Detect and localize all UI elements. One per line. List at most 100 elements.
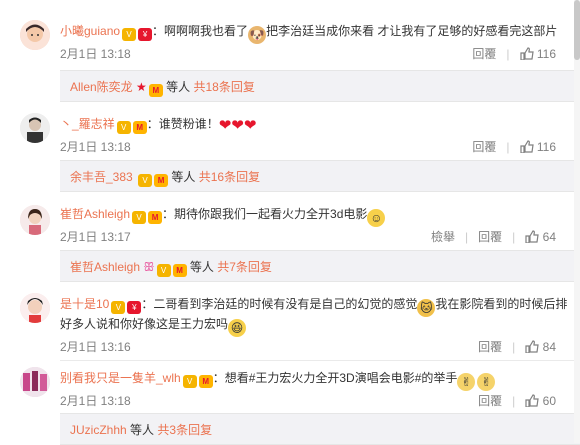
comment-text: ：啊啊啊我也看了 bbox=[152, 24, 249, 38]
comment-text-line: 小曦guiano V ¥ ：啊啊啊我也看了 🐶 把李治廷当成你来看 才让我有了足够的好感看… bbox=[60, 22, 557, 44]
reply-button[interactable]: 回覆 bbox=[478, 340, 502, 354]
victory-hand-icon: ✌ bbox=[477, 373, 496, 391]
reply-button[interactable]: 回覆 bbox=[472, 140, 496, 154]
replies-bar[interactable]: 崔哲Ashleigh ꕥVM 等人 共7条回复 bbox=[60, 250, 580, 282]
vip-icon: V bbox=[156, 264, 171, 277]
comment-actions: 回覆 | 60 bbox=[478, 392, 556, 409]
username-link[interactable]: 崔哲Ashleigh bbox=[60, 207, 130, 221]
like-button[interactable]: 84 bbox=[525, 340, 556, 354]
reply-user-link[interactable]: 崔哲Ashleigh bbox=[70, 260, 140, 274]
scrollbar[interactable] bbox=[574, 0, 580, 443]
avatar[interactable] bbox=[20, 113, 50, 143]
comment-text-line: 崔哲Ashleigh V M ：期待你跟我们一起看火力全开3d电影 ☺ bbox=[60, 205, 386, 227]
avatar[interactable] bbox=[20, 293, 50, 323]
like-button[interactable]: 116 bbox=[519, 140, 556, 154]
like-count: 64 bbox=[542, 230, 556, 244]
thumbs-up-icon bbox=[519, 47, 534, 60]
username-link[interactable]: 丶_羅志祥 bbox=[60, 117, 115, 131]
reply-user-link[interactable]: Allen陈奕龙 bbox=[70, 80, 133, 94]
replies-label: 等人 bbox=[130, 423, 155, 437]
comment-text-line: 是十是10 V ¥ ：二哥看到李治廷的时候有没有是自己的幻觉的感觉 🐱 我在影院看到的时候… bbox=[60, 295, 567, 317]
replies-count-link[interactable]: 共16条回复 bbox=[199, 170, 260, 184]
comment-text-line-2: 好多人说和你好像这是王力宏吗 😆 bbox=[60, 315, 247, 337]
scrollbar-thumb[interactable] bbox=[574, 0, 580, 60]
heart-icon: ❤ bbox=[243, 117, 257, 134]
replies-summary: 余丰吾_383 VM 等人 共16条回复 bbox=[70, 168, 260, 187]
replies-summary: Allen陈奕龙 ★ M 等人 共18条回复 bbox=[70, 78, 255, 97]
comment-time: 2月1日 13:18 bbox=[60, 394, 131, 408]
comment-actions: 回覆 | 116 bbox=[472, 45, 556, 62]
red-envelope-icon: ¥ bbox=[138, 28, 153, 41]
replies-count-link[interactable]: 共7条回复 bbox=[217, 260, 272, 274]
like-button[interactable]: 116 bbox=[519, 47, 556, 61]
vip-icon: V bbox=[138, 174, 153, 187]
comment-actions: 回覆 | 84 bbox=[478, 338, 556, 355]
username-link[interactable]: 小曦guiano bbox=[60, 24, 120, 38]
like-count: 116 bbox=[536, 140, 556, 154]
like-button[interactable]: 60 bbox=[525, 394, 556, 408]
replies-bar[interactable]: 余丰吾_383 VM 等人 共16条回复 bbox=[60, 160, 580, 192]
username-link[interactable]: 是十是10 bbox=[60, 297, 109, 311]
comment-time: 2月1日 13:16 bbox=[60, 340, 131, 354]
divider: | bbox=[512, 394, 516, 408]
reply-button[interactable]: 回覆 bbox=[472, 47, 496, 61]
comment-text-line: 丶_羅志祥 V M ：谁赞粉谁！❤❤❤ bbox=[60, 115, 256, 135]
avatar[interactable] bbox=[20, 205, 50, 235]
comment-text-line: 别看我只是一隻羊_wlh V M ：想看#王力宏火力全开3D演唱会电影#的举手 ✌ ✌ bbox=[60, 369, 496, 391]
comment-time: 2月1日 13:18 bbox=[60, 47, 131, 61]
divider: | bbox=[512, 230, 516, 244]
butterfly-icon: ꕥ bbox=[143, 260, 155, 274]
star-icon: ★ bbox=[136, 80, 147, 94]
reply-user-link[interactable]: 余丰吾_383 bbox=[70, 170, 133, 184]
reply-button[interactable]: 回覆 bbox=[478, 230, 502, 244]
replies-summary: 崔哲Ashleigh ꕥVM 等人 共7条回复 bbox=[70, 258, 272, 277]
cat-emoji-icon: 🐱 bbox=[417, 299, 436, 317]
avatar[interactable] bbox=[20, 20, 50, 50]
badge-icon: M bbox=[148, 84, 163, 97]
replies-count-link[interactable]: 共18条回复 bbox=[194, 80, 255, 94]
replies-label: 等人 bbox=[166, 80, 191, 94]
laughing-emoji-icon: 😆 bbox=[228, 319, 247, 337]
comment-time: 2月1日 13:17 bbox=[60, 230, 131, 244]
comment-text: ：想看#王力宏火力全开3D演唱会电影#的举手 bbox=[212, 371, 458, 385]
username-link[interactable]: 别看我只是一隻羊_wlh bbox=[60, 371, 181, 385]
comment-text-cont: 把李治廷当成你来看 才让我有了足够的好感看完这部片 bbox=[266, 24, 558, 38]
vip-icon: V bbox=[122, 28, 137, 41]
replies-label: 等人 bbox=[189, 260, 214, 274]
vip-icon: V bbox=[111, 301, 126, 314]
like-count: 60 bbox=[542, 394, 556, 408]
comment-text: ：谁赞粉谁！ bbox=[146, 117, 219, 131]
comment-text-wrap: 好多人说和你好像这是王力宏吗 bbox=[60, 317, 229, 331]
replies-bar[interactable]: Allen陈奕龙 ★ M 等人 共18条回复 bbox=[60, 70, 580, 102]
badge-icon: M bbox=[198, 375, 213, 388]
divider: | bbox=[506, 140, 510, 154]
comment-actions: 檢舉 | 回覆 | 64 bbox=[431, 228, 556, 245]
reply-button[interactable]: 回覆 bbox=[478, 394, 502, 408]
smile-emoji-icon: ☺ bbox=[367, 209, 386, 227]
divider: | bbox=[465, 230, 469, 244]
vip-icon: V bbox=[116, 121, 131, 134]
replies-bar[interactable]: JUzicZhhh 等人 共3条回复 bbox=[60, 413, 580, 445]
badge-icon: M bbox=[148, 211, 163, 224]
vip-icon: V bbox=[132, 211, 147, 224]
replies-count-link[interactable]: 共3条回复 bbox=[157, 423, 212, 437]
thumbs-up-icon bbox=[519, 140, 534, 153]
comment-actions: 回覆 | 116 bbox=[472, 138, 556, 155]
comment-divider bbox=[60, 360, 580, 361]
report-button[interactable]: 檢舉 bbox=[431, 230, 455, 244]
thumbs-up-icon bbox=[525, 394, 539, 407]
heart-icon: ❤ bbox=[231, 117, 244, 134]
reply-user-link[interactable]: JUzicZhhh bbox=[70, 423, 127, 437]
dog-emoji-icon: 🐶 bbox=[248, 26, 267, 44]
replies-label: 等人 bbox=[171, 170, 196, 184]
comment-text-cont: 我在影院看到的时候后排 bbox=[435, 297, 568, 311]
comment-time: 2月1日 13:18 bbox=[60, 140, 131, 154]
like-button[interactable]: 64 bbox=[525, 230, 556, 244]
like-count: 116 bbox=[536, 47, 556, 61]
divider: | bbox=[512, 340, 516, 354]
avatar[interactable] bbox=[20, 367, 50, 397]
like-count: 84 bbox=[542, 340, 556, 354]
replies-summary: JUzicZhhh 等人 共3条回复 bbox=[70, 421, 212, 438]
victory-hand-icon: ✌ bbox=[457, 373, 476, 391]
thumbs-up-icon bbox=[525, 230, 539, 243]
